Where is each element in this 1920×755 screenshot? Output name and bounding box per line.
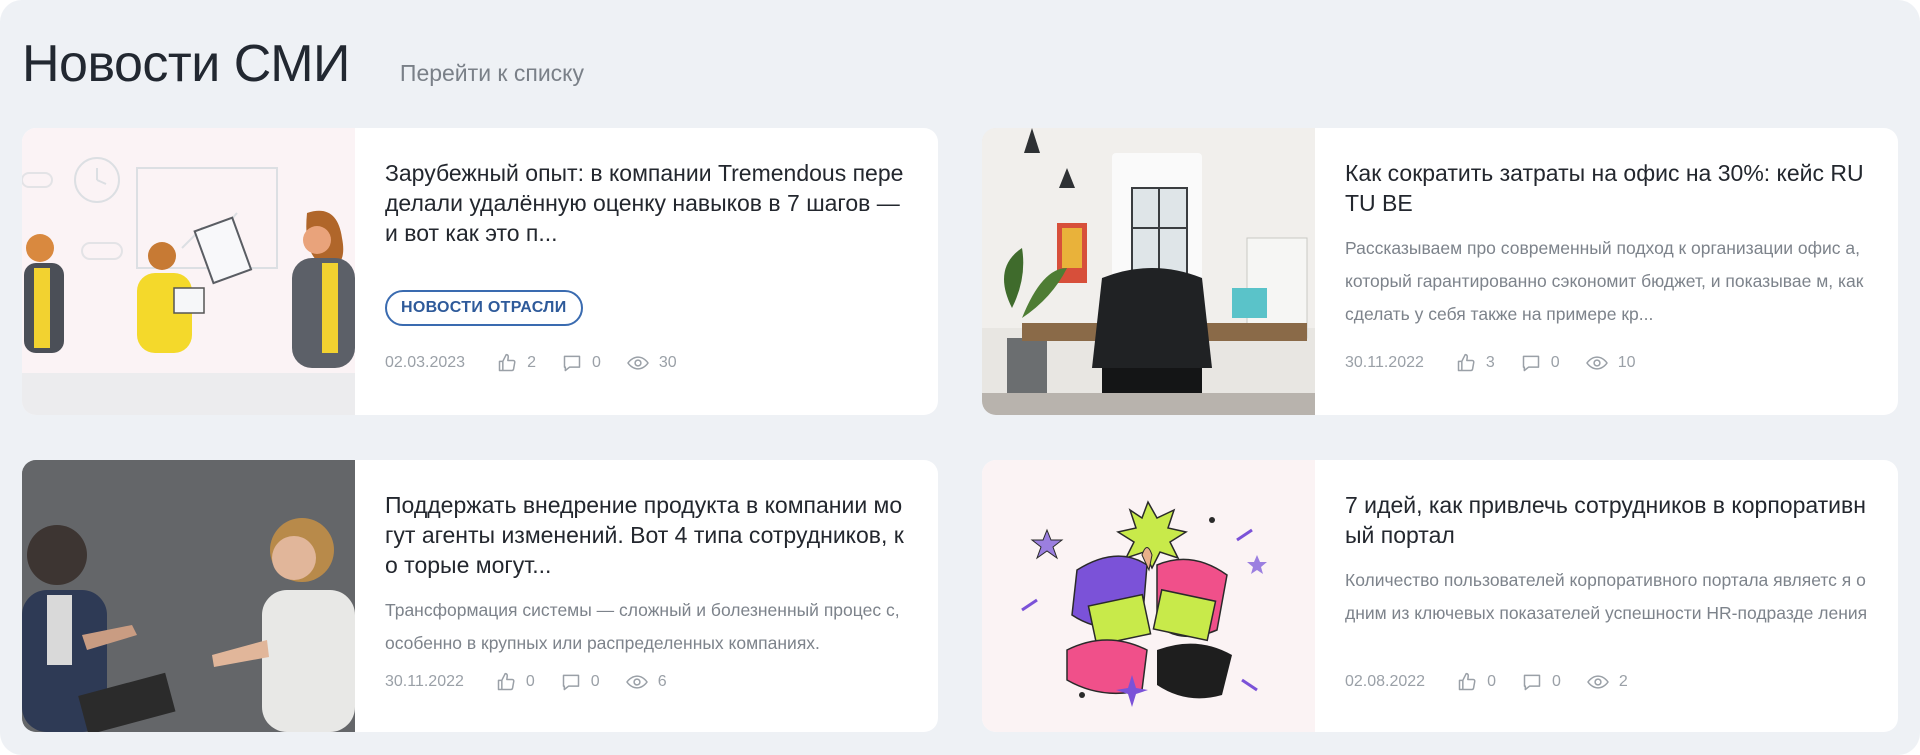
- likes-count: 2: [527, 354, 536, 371]
- eye-icon: [1585, 356, 1608, 370]
- likes-count: 0: [1487, 673, 1496, 690]
- comment-icon: [563, 355, 581, 372]
- news-thumbnail-team-illustration[interactable]: [22, 128, 355, 415]
- thumbs-up-icon: [1458, 672, 1476, 691]
- news-card[interactable]: Как сократить затраты на офис на 30%: ке…: [982, 128, 1898, 415]
- news-excerpt: Количество пользователей корпоративного …: [1345, 570, 1868, 623]
- news-date: 30.11.2022: [385, 673, 464, 690]
- thumbs-up-icon: [1457, 353, 1475, 372]
- likes-stat[interactable]: 0: [496, 672, 535, 692]
- news-thumbnail-office-photo[interactable]: [982, 128, 1315, 415]
- views-count: 2: [1618, 673, 1628, 690]
- news-card[interactable]: Поддержать внедрение продукта в компании…: [22, 460, 938, 732]
- likes-stat[interactable]: 2: [497, 353, 536, 373]
- views-count: 30: [658, 354, 677, 371]
- views-stat: 6: [625, 672, 667, 692]
- comments-stat[interactable]: 0: [562, 353, 601, 373]
- media-news-panel: Новости СМИ Перейти к списку Зарубежный …: [0, 0, 1920, 755]
- category-tag[interactable]: НОВОСТИ ОТРАСЛИ: [385, 290, 583, 326]
- news-headline[interactable]: Как сократить затраты на офис на 30%: ке…: [1345, 158, 1872, 218]
- comment-icon: [1523, 674, 1541, 691]
- comment-icon: [562, 674, 580, 691]
- news-meta: 02.03.2023 2 0 30: [385, 353, 703, 373]
- news-card-body: 7 идей, как привлечь сотрудников в корпо…: [1315, 460, 1898, 732]
- go-to-list-link[interactable]: Перейти к списку: [400, 60, 584, 87]
- news-headline[interactable]: 7 идей, как привлечь сотрудников в корпо…: [1345, 490, 1872, 550]
- news-date: 02.08.2022: [1345, 673, 1426, 690]
- likes-stat[interactable]: 3: [1456, 353, 1495, 373]
- views-stat: 10: [1585, 353, 1636, 373]
- news-excerpt: Трансформация системы — сложный и болезн…: [385, 600, 900, 653]
- news-headline[interactable]: Зарубежный опыт: в компании Tremendous п…: [385, 158, 912, 248]
- news-thumbnail-high-five-illustration[interactable]: [982, 460, 1315, 732]
- news-headline[interactable]: Поддержать внедрение продукта в компании…: [385, 490, 912, 580]
- views-stat: 30: [626, 353, 677, 373]
- views-count: 10: [1617, 354, 1636, 371]
- views-count: 6: [657, 673, 667, 690]
- news-excerpt: Рассказываем про современный подход к ор…: [1345, 238, 1864, 324]
- comments-stat[interactable]: 0: [1522, 672, 1561, 692]
- news-card-body: Зарубежный опыт: в компании Tremendous п…: [355, 128, 938, 415]
- thumbs-up-icon: [497, 672, 515, 691]
- views-stat: 2: [1586, 672, 1628, 692]
- comments-stat[interactable]: 0: [561, 672, 600, 692]
- eye-icon: [626, 356, 649, 370]
- comments-count: 0: [591, 354, 601, 371]
- thumbs-up-icon: [498, 353, 516, 372]
- news-card-body: Как сократить затраты на офис на 30%: ке…: [1315, 128, 1898, 415]
- likes-count: 3: [1485, 354, 1495, 371]
- likes-stat[interactable]: 0: [1457, 672, 1496, 692]
- news-meta: 02.08.2022 0 0 2: [1345, 672, 1654, 692]
- news-meta: 30.11.2022 0 0 6: [385, 672, 693, 692]
- news-thumbnail-meeting-photo[interactable]: [22, 460, 355, 732]
- comment-icon: [1522, 355, 1540, 372]
- comments-count: 0: [1551, 673, 1561, 690]
- news-date: 02.03.2023: [385, 354, 466, 371]
- news-card[interactable]: 7 идей, как привлечь сотрудников в корпо…: [982, 460, 1898, 732]
- news-card[interactable]: Зарубежный опыт: в компании Tremendous п…: [22, 128, 938, 415]
- section-title: Новости СМИ: [22, 35, 350, 93]
- section-header: Новости СМИ Перейти к списку: [22, 34, 584, 94]
- news-date: 30.11.2022: [1345, 354, 1424, 371]
- eye-icon: [1586, 675, 1609, 689]
- comments-stat[interactable]: 0: [1521, 353, 1560, 373]
- likes-count: 0: [525, 673, 535, 690]
- news-meta: 30.11.2022 3 0 10: [1345, 353, 1662, 373]
- comments-count: 0: [590, 673, 600, 690]
- eye-icon: [625, 675, 648, 689]
- comments-count: 0: [1550, 354, 1560, 371]
- news-card-body: Поддержать внедрение продукта в компании…: [355, 460, 938, 732]
